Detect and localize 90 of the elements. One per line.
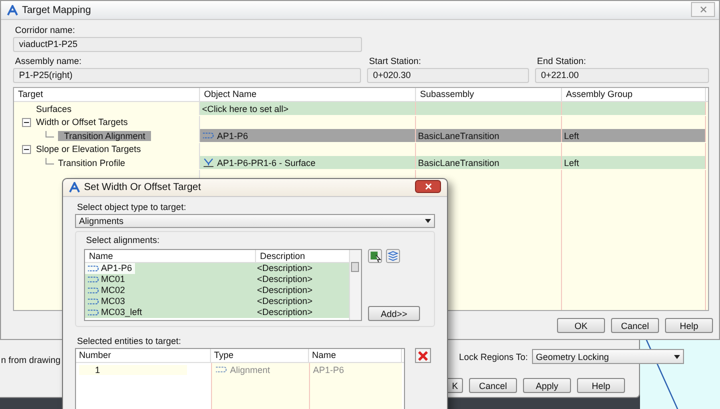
assembly-name-field[interactable]: P1-P25(right) [13, 68, 361, 83]
alignment-description: <Description> [256, 263, 313, 274]
alignment-icon [87, 297, 100, 306]
alignment-icon [87, 308, 100, 317]
table-row[interactable]: Transition Alignment AP1-P6 BasicLaneTransition Left [14, 129, 708, 142]
alignment-description: <Description> [256, 285, 313, 296]
assembly-group: Left [564, 158, 580, 168]
corridor-name-field[interactable]: viaductP1-P25 [13, 37, 362, 52]
column-header[interactable]: Object Name [200, 88, 416, 101]
close-button[interactable] [415, 180, 441, 193]
alignment-description: <Description> [256, 296, 313, 307]
alignment-row[interactable]: MC01 <Description> [85, 274, 349, 285]
alignment-icon [87, 286, 100, 295]
object-name: AP1-P6 [217, 130, 248, 140]
dialog-button[interactable]: OK [557, 318, 605, 333]
alignment-name: MC03_left [101, 307, 142, 318]
dropdown-arrow-icon [425, 219, 431, 223]
group-label: Select alignments: [85, 234, 161, 247]
column-header[interactable]: Assembly Group [562, 88, 706, 101]
dialog-button[interactable]: Help [665, 318, 713, 333]
column-header[interactable]: Description [256, 250, 306, 262]
add-button[interactable]: Add>> [368, 306, 420, 321]
column-header[interactable]: Name [85, 250, 256, 262]
alignment-name: MC03 [101, 296, 126, 307]
alignment-description: <Description> [256, 307, 313, 318]
object-name: AP1-P6-PR1-6 - Surface [217, 158, 316, 168]
column-header[interactable]: Number [76, 349, 211, 362]
column-header[interactable]: Name [309, 349, 402, 362]
alignment-icon [87, 264, 100, 273]
tree-connector [44, 131, 54, 140]
remove-button[interactable] [415, 348, 431, 363]
alignment-name: AP1-P6 [101, 263, 132, 274]
dialog-button[interactable]: Apply [523, 378, 571, 393]
alignment-icon [215, 365, 228, 374]
start-station-field[interactable]: 0+020.30 [367, 68, 529, 83]
subassembly-name: BasicLaneTransition [418, 130, 500, 140]
app-logo-icon [69, 182, 80, 193]
collapse-icon[interactable] [22, 118, 31, 126]
target-label: Transition Alignment [58, 130, 152, 140]
alignment-icon [87, 275, 100, 284]
lock-regions-dropdown[interactable]: Geometry Locking [532, 349, 684, 364]
alignment-description: <Description> [256, 274, 313, 285]
option-label: n from drawing [1, 355, 61, 365]
app-logo-icon [7, 4, 18, 16]
field-label: Selected entities to target: [76, 335, 182, 348]
field-label: Assembly name: [14, 55, 83, 68]
tree-connector [44, 158, 54, 167]
layers-icon[interactable] [386, 249, 400, 263]
close-icon [700, 6, 706, 12]
subassembly-name: BasicLaneTransition [418, 158, 500, 168]
target-label: Transition Profile [58, 158, 126, 168]
close-icon [424, 182, 432, 190]
profile-icon [202, 158, 215, 167]
alignment-icon [202, 131, 215, 140]
object-type-dropdown[interactable]: Alignments [75, 214, 435, 228]
row-number: 1 [79, 364, 187, 374]
assembly-group: Left [564, 130, 580, 140]
window-title: Target Mapping [22, 4, 91, 16]
alignment-row[interactable]: MC03_left <Description> [85, 307, 349, 318]
table-cell: AP1-P6 [309, 363, 402, 376]
alignment-row[interactable]: MC03 <Description> [85, 296, 349, 307]
table-row[interactable]: Transition Profile AP1-P6-PR1-6 - Surface BasicLaneTransition Left [14, 156, 708, 169]
alignment-row[interactable]: MC02 <Description> [85, 285, 349, 296]
alignment-name: MC02 [101, 285, 126, 296]
column-header[interactable]: Type [211, 349, 309, 362]
column-header[interactable]: Target [14, 88, 200, 101]
delete-icon [418, 350, 428, 360]
field-label: Select object type to target: [76, 201, 188, 214]
dialog-button[interactable]: Cancel [611, 318, 659, 333]
table-row[interactable]: Surfaces <Click here to set all> [14, 102, 708, 115]
field-label: Corridor name: [14, 24, 76, 37]
column-header[interactable]: Subassembly [416, 88, 562, 101]
dropdown-arrow-icon [674, 354, 680, 358]
dialog-title: Set Width Or Offset Target [84, 182, 201, 193]
alignment-row[interactable]: AP1-P6 <Description> [85, 263, 349, 274]
target-label: Slope or Elevation Targets [36, 144, 141, 154]
lock-regions-label: Lock Regions To: [459, 352, 528, 362]
pick-from-drawing-icon[interactable] [368, 249, 382, 263]
dialog-button[interactable]: Cancel [469, 378, 517, 393]
end-station-field[interactable]: 0+221.00 [535, 68, 709, 83]
dialog-button[interactable]: Help [577, 378, 625, 393]
field-label: End Station: [536, 55, 588, 68]
collapse-icon[interactable] [22, 144, 31, 154]
field-label: Start Station: [368, 55, 422, 68]
entity-type: Alignment [230, 364, 270, 374]
alignment-name: MC01 [101, 274, 126, 285]
object-name: <Click here to set all> [202, 104, 289, 114]
scrollbar[interactable] [349, 250, 361, 320]
target-label: Surfaces [36, 104, 72, 114]
target-label: Width or Offset Targets [36, 117, 128, 127]
